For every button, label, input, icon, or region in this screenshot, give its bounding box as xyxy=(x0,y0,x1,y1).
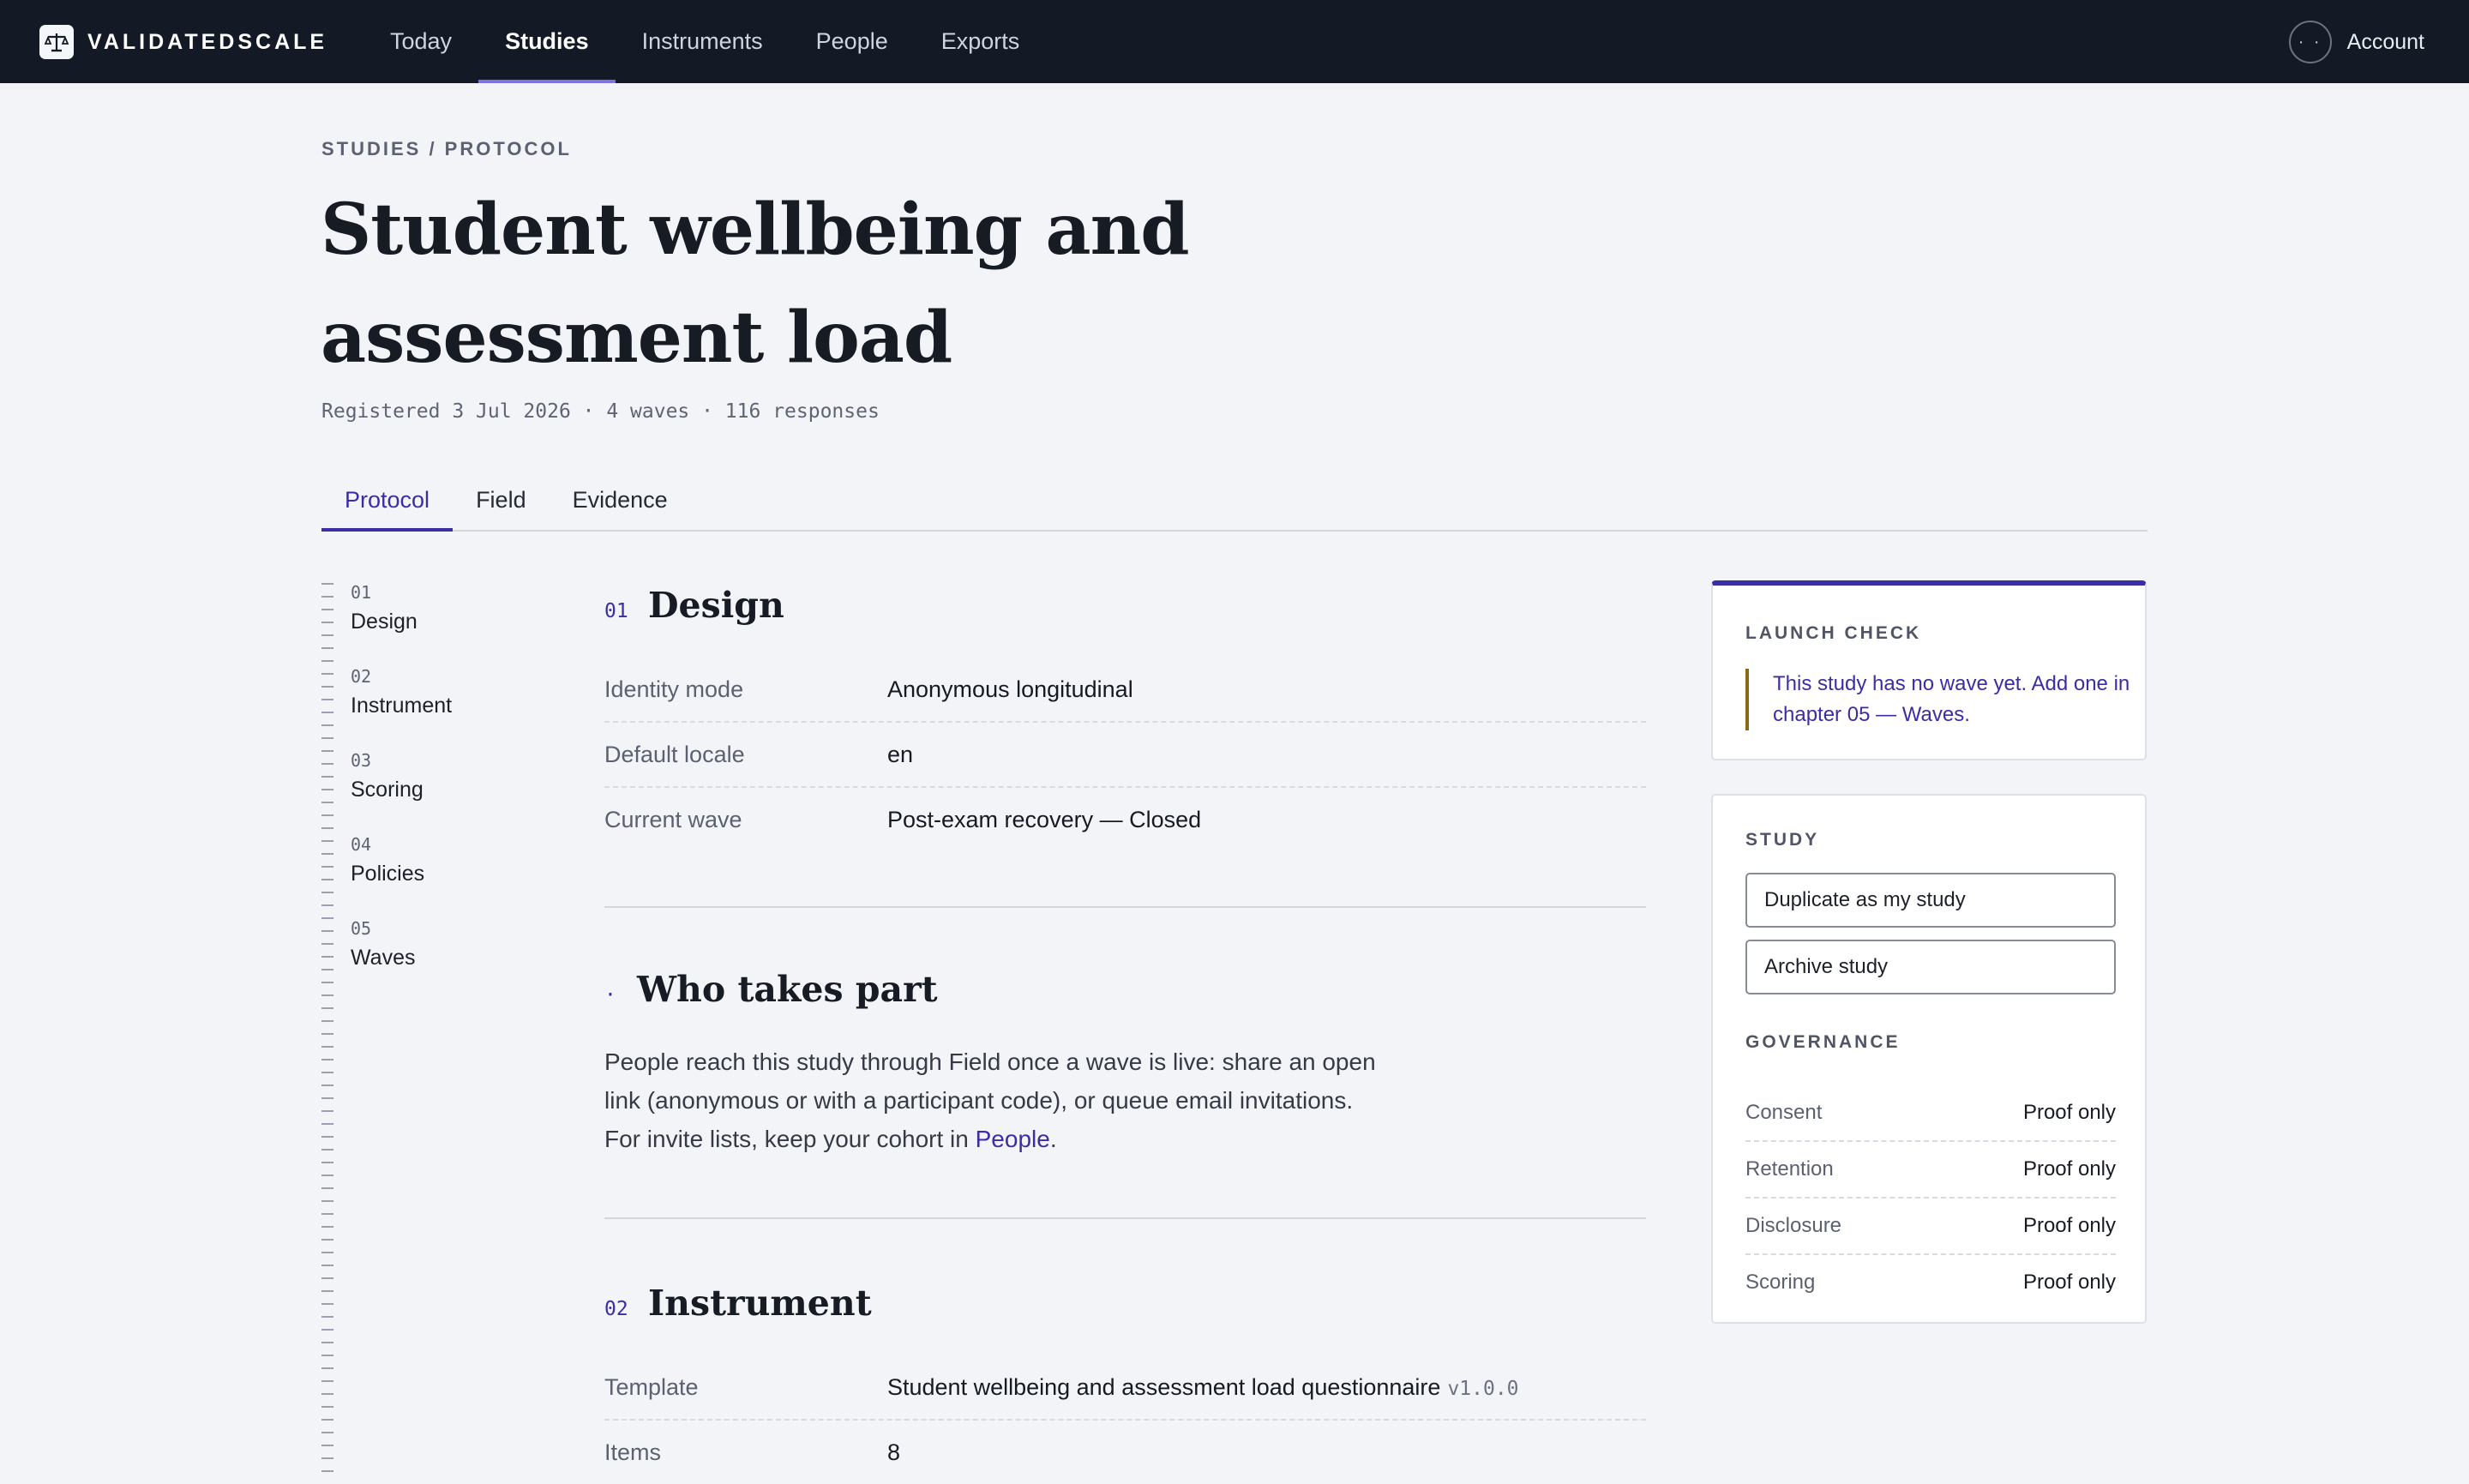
section-marker: · xyxy=(604,984,616,1006)
tab-field[interactable]: Field xyxy=(453,470,550,530)
detail-value: Student wellbeing and assessment load qu… xyxy=(887,1374,1519,1401)
chapter-label: Policies xyxy=(351,862,425,886)
detail-key: Default locale xyxy=(604,741,745,767)
instrument-details: Template Student wellbeing and assessmen… xyxy=(604,1355,1646,1484)
chapter-scoring[interactable]: 03 Scoring xyxy=(351,750,424,802)
detail-value: Anonymous longitudinal xyxy=(887,676,1133,702)
chapter-number: 01 xyxy=(351,582,372,603)
governance-key: Scoring xyxy=(1745,1271,1816,1294)
chapter-label: Instrument xyxy=(351,694,453,718)
brand[interactable]: VALIDATEDSCALE xyxy=(39,23,327,61)
chapter-number: 03 xyxy=(351,750,372,771)
governance-row: Retention Proof only xyxy=(1745,1142,2116,1199)
section-title: Instrument xyxy=(648,1283,872,1324)
card-label: STUDY xyxy=(1745,830,1820,850)
scales-icon xyxy=(39,25,74,59)
chapter-rail-ticks xyxy=(321,583,333,1475)
chapter-instrument[interactable]: 02 Instrument xyxy=(351,666,452,718)
governance-key: Retention xyxy=(1745,1157,1834,1181)
governance-value: Proof only xyxy=(2022,1271,2116,1294)
detail-value: en xyxy=(887,741,914,767)
detail-value: 8 xyxy=(887,1439,901,1465)
nav-studies[interactable]: Studies xyxy=(478,0,616,83)
people-link[interactable]: People xyxy=(976,1126,1050,1152)
chapter-waves[interactable]: 05 Waves xyxy=(351,918,415,970)
detail-value: Post-exam recovery — Closed xyxy=(887,806,1202,832)
section-who-heading: · Who takes part xyxy=(604,969,938,1010)
duplicate-study-button[interactable]: Duplicate as my study xyxy=(1745,873,2116,928)
card-label: LAUNCH CHECK xyxy=(1745,623,1922,643)
chapter-number: 04 xyxy=(351,834,372,855)
account-menu[interactable]: · · Account xyxy=(2288,20,2424,64)
nav-today[interactable]: Today xyxy=(363,0,478,83)
protocol-tabs: Protocol Field Evidence xyxy=(321,470,2148,532)
governance-label: GOVERNANCE xyxy=(1745,1032,1901,1052)
nav-people[interactable]: People xyxy=(790,0,915,83)
chapter-policies[interactable]: 04 Policies xyxy=(351,834,424,886)
governance-key: Consent xyxy=(1745,1101,1823,1124)
detail-key: Current wave xyxy=(604,806,742,832)
breadcrumb: STUDIES / PROTOCOL xyxy=(321,138,572,159)
governance-value: Proof only xyxy=(2022,1214,2116,1237)
launch-check-note[interactable]: This study has no wave yet. Add one in c… xyxy=(1745,669,2142,730)
detail-row: Current wave Post-exam recovery — Closed xyxy=(604,788,1646,851)
governance-value: Proof only xyxy=(2022,1101,2116,1124)
detail-key: Identity mode xyxy=(604,676,744,702)
chapter-label: Waves xyxy=(351,946,416,970)
tab-protocol[interactable]: Protocol xyxy=(321,470,454,532)
section-divider xyxy=(604,906,1646,908)
main-nav: Today Studies Instruments People Exports xyxy=(363,0,1046,83)
brand-name: VALIDATEDSCALE xyxy=(87,29,328,54)
template-version: v1.0.0 xyxy=(1447,1377,1519,1400)
nav-instruments[interactable]: Instruments xyxy=(616,0,790,83)
governance-list: Consent Proof only Retention Proof only … xyxy=(1745,1085,2116,1310)
detail-key: Items xyxy=(604,1439,662,1465)
page-title: Student wellbeing and assessment load xyxy=(321,189,1190,379)
chapter-number: 05 xyxy=(351,918,372,939)
nav-exports[interactable]: Exports xyxy=(915,0,1047,83)
avatar: · · xyxy=(2288,21,2332,63)
who-text-end: . xyxy=(1049,1126,1057,1152)
chapter-label: Design xyxy=(351,610,418,634)
governance-row: Scoring Proof only xyxy=(1745,1255,2116,1310)
section-title: Who takes part xyxy=(637,969,938,1010)
governance-value: Proof only xyxy=(2022,1157,2116,1181)
who-description: People reach this study through Field on… xyxy=(604,1042,1393,1158)
detail-key: Template xyxy=(604,1373,699,1400)
launch-check-card: LAUNCH CHECK This study has no wave yet.… xyxy=(1711,580,2147,760)
archive-study-button[interactable]: Archive study xyxy=(1745,940,2116,994)
section-number: 02 xyxy=(604,1298,628,1320)
study-meta: Registered 3 Jul 2026 · 4 waves · 116 re… xyxy=(321,400,880,423)
chapter-design[interactable]: 01 Design xyxy=(351,582,418,634)
top-bar: VALIDATEDSCALE Today Studies Instruments… xyxy=(0,0,2469,83)
chapter-number: 02 xyxy=(351,666,372,687)
study-card: STUDY Duplicate as my study Archive stud… xyxy=(1711,794,2147,1324)
design-details: Identity mode Anonymous longitudinal Def… xyxy=(604,658,1646,851)
chapter-label: Scoring xyxy=(351,778,424,802)
governance-row: Disclosure Proof only xyxy=(1745,1199,2116,1255)
governance-key: Disclosure xyxy=(1745,1214,1842,1237)
section-number: 01 xyxy=(604,600,628,622)
governance-row: Consent Proof only xyxy=(1745,1085,2116,1142)
section-instrument-heading: 02 Instrument xyxy=(604,1283,872,1324)
detail-row: Default locale en xyxy=(604,723,1646,788)
account-label: Account xyxy=(2346,29,2424,54)
detail-row: Identity mode Anonymous longitudinal xyxy=(604,658,1646,723)
section-title: Design xyxy=(648,585,784,626)
section-design-heading: 01 Design xyxy=(604,585,784,626)
tab-evidence[interactable]: Evidence xyxy=(550,470,691,530)
template-name: Student wellbeing and assessment load qu… xyxy=(887,1373,1441,1400)
detail-row: Template Student wellbeing and assessmen… xyxy=(604,1355,1646,1421)
section-divider xyxy=(604,1217,1646,1219)
